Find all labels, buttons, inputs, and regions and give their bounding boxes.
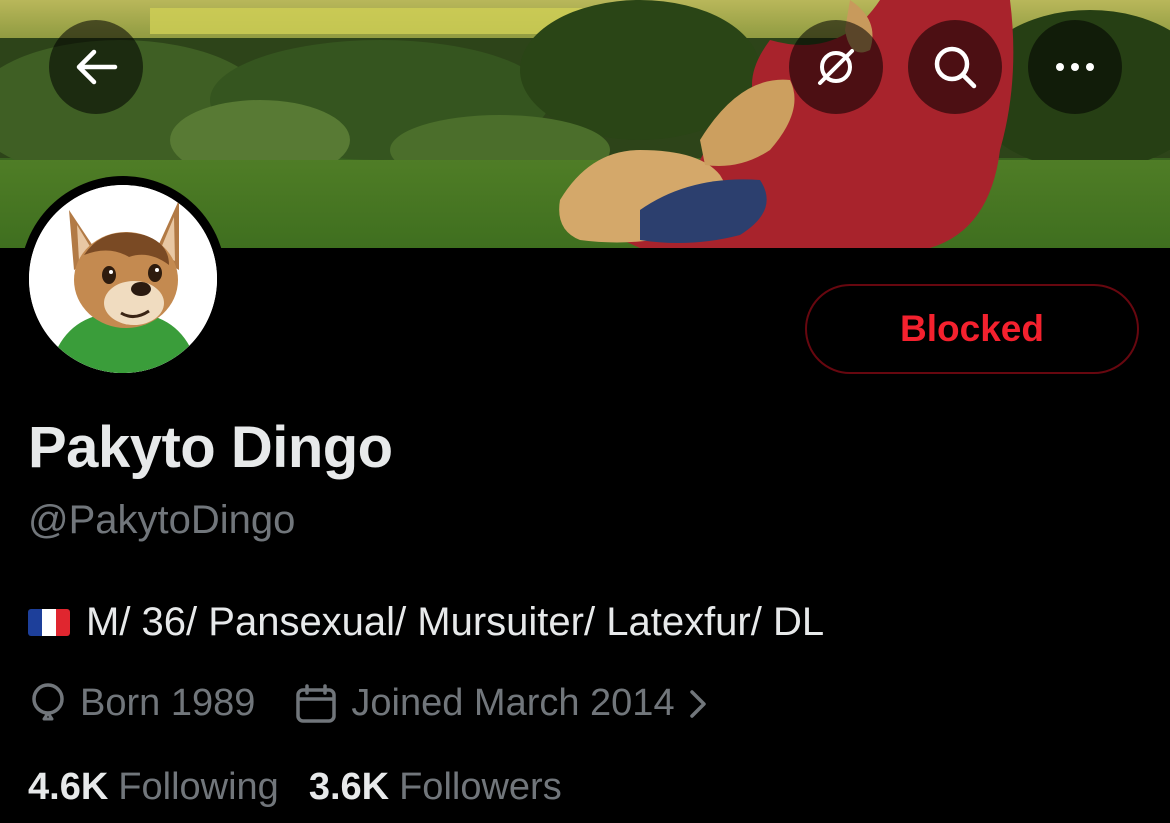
no-link-icon	[818, 49, 854, 85]
joined-text: Joined March 2014	[351, 682, 675, 724]
search-button[interactable]	[908, 20, 1002, 114]
profile-display-name: Pakyto Dingo	[28, 415, 393, 480]
balloon-icon	[32, 682, 64, 720]
no-link-button[interactable]	[789, 20, 883, 114]
arrow-left-icon	[76, 49, 118, 85]
french-flag-icon	[28, 609, 70, 636]
joined-info[interactable]: Joined March 2014	[295, 682, 720, 725]
more-options-button[interactable]	[1028, 20, 1122, 114]
born-text: Born 1989	[80, 682, 256, 724]
birth-info: Born 1989	[30, 682, 255, 725]
follow-stats: 4.6K Following 3.6K Followers	[28, 766, 592, 809]
back-button[interactable]	[49, 20, 143, 114]
chevron-right-icon	[689, 689, 706, 718]
profile-bio: M/ 36/ Pansexual/ Mursuiter/ Latexfur/ D…	[28, 600, 824, 645]
more-dots-icon	[1056, 63, 1094, 71]
search-icon	[934, 46, 977, 89]
following-link[interactable]: 4.6K Following	[28, 766, 279, 809]
profile-avatar[interactable]	[20, 176, 226, 382]
followers-link[interactable]: 3.6K Followers	[309, 766, 562, 809]
profile-page: Blocked Pakyto Dingo @PakytoDingo M/ 36/…	[0, 0, 1170, 823]
following-count: 4.6K	[28, 766, 109, 808]
followers-count: 3.6K	[308, 766, 390, 808]
profile-handle: @PakytoDingo	[28, 498, 296, 542]
blocked-button[interactable]: Blocked	[805, 284, 1139, 374]
avatar-image	[29, 185, 217, 373]
calendar-icon	[296, 683, 337, 723]
bio-text: M/ 36/ Pansexual/ Mursuiter/ Latexfur/ D…	[86, 600, 825, 644]
following-label: Following	[118, 766, 279, 808]
blocked-button-label: Blocked	[900, 308, 1044, 349]
profile-meta: Born 1989 Joined March 2014	[30, 682, 721, 725]
followers-label: Followers	[399, 766, 562, 808]
dingo-avatar-illustration	[29, 185, 217, 373]
